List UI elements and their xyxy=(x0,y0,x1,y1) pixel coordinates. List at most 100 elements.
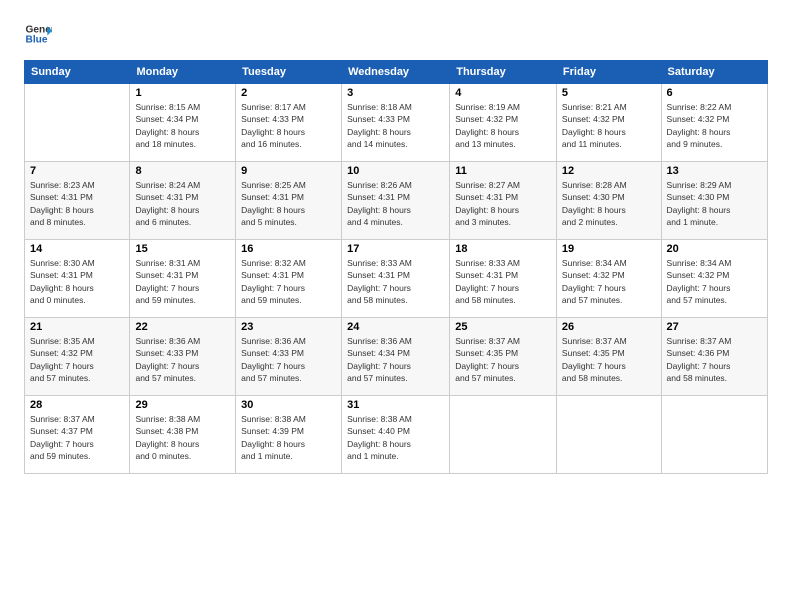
week-row-4: 21 Sunrise: 8:35 AM Sunset: 4:32 PM Dayli… xyxy=(25,318,768,396)
day-info: Sunrise: 8:17 AM Sunset: 4:33 PM Dayligh… xyxy=(241,101,336,150)
day-number: 16 xyxy=(241,243,336,255)
calendar-cell: 8 Sunrise: 8:24 AM Sunset: 4:31 PM Daylig… xyxy=(130,162,236,240)
calendar-cell: 10 Sunrise: 8:26 AM Sunset: 4:31 PM Dayli… xyxy=(342,162,450,240)
day-info: Sunrise: 8:37 AM Sunset: 4:36 PM Dayligh… xyxy=(667,335,762,384)
day-number: 19 xyxy=(562,243,656,255)
day-number: 15 xyxy=(135,243,230,255)
day-number: 11 xyxy=(455,165,551,177)
calendar-cell: 22 Sunrise: 8:36 AM Sunset: 4:33 PM Dayli… xyxy=(130,318,236,396)
calendar-cell xyxy=(25,84,130,162)
calendar-cell: 12 Sunrise: 8:28 AM Sunset: 4:30 PM Dayli… xyxy=(556,162,661,240)
calendar-cell: 6 Sunrise: 8:22 AM Sunset: 4:32 PM Daylig… xyxy=(661,84,767,162)
day-info: Sunrise: 8:33 AM Sunset: 4:31 PM Dayligh… xyxy=(347,257,444,306)
day-info: Sunrise: 8:27 AM Sunset: 4:31 PM Dayligh… xyxy=(455,179,551,228)
day-info: Sunrise: 8:18 AM Sunset: 4:33 PM Dayligh… xyxy=(347,101,444,150)
week-row-3: 14 Sunrise: 8:30 AM Sunset: 4:31 PM Dayli… xyxy=(25,240,768,318)
day-info: Sunrise: 8:21 AM Sunset: 4:32 PM Dayligh… xyxy=(562,101,656,150)
day-info: Sunrise: 8:30 AM Sunset: 4:31 PM Dayligh… xyxy=(30,257,124,306)
day-info: Sunrise: 8:19 AM Sunset: 4:32 PM Dayligh… xyxy=(455,101,551,150)
calendar-table: SundayMondayTuesdayWednesdayThursdayFrid… xyxy=(24,60,768,474)
calendar-cell: 25Sunrise: 8:37 AM Sunset: 4:35 PM Dayli… xyxy=(450,318,557,396)
header-day-monday: Monday xyxy=(130,61,236,84)
header-row: SundayMondayTuesdayWednesdayThursdayFrid… xyxy=(25,61,768,84)
day-info: Sunrise: 8:37 AM Sunset: 4:37 PM Dayligh… xyxy=(30,413,124,462)
day-number: 13 xyxy=(667,165,762,177)
day-info: Sunrise: 8:38 AM Sunset: 4:39 PM Dayligh… xyxy=(241,413,336,462)
day-number: 24 xyxy=(347,321,444,333)
calendar-cell: 1Sunrise: 8:15 AM Sunset: 4:34 PM Daylig… xyxy=(130,84,236,162)
svg-text:Blue: Blue xyxy=(26,35,48,46)
header: General Blue xyxy=(24,20,768,48)
day-info: Sunrise: 8:34 AM Sunset: 4:32 PM Dayligh… xyxy=(562,257,656,306)
day-info: Sunrise: 8:36 AM Sunset: 4:34 PM Dayligh… xyxy=(347,335,444,384)
day-number: 22 xyxy=(135,321,230,333)
calendar-cell: 17 Sunrise: 8:33 AM Sunset: 4:31 PM Dayli… xyxy=(342,240,450,318)
calendar-cell: 9 Sunrise: 8:25 AM Sunset: 4:31 PM Daylig… xyxy=(236,162,342,240)
day-info: Sunrise: 8:29 AM Sunset: 4:30 PM Dayligh… xyxy=(667,179,762,228)
day-number: 10 xyxy=(347,165,444,177)
day-number: 17 xyxy=(347,243,444,255)
calendar-cell: 26Sunrise: 8:37 AM Sunset: 4:35 PM Dayli… xyxy=(556,318,661,396)
calendar-cell: 30 Sunrise: 8:38 AM Sunset: 4:39 PM Dayli… xyxy=(236,396,342,474)
day-info: Sunrise: 8:32 AM Sunset: 4:31 PM Dayligh… xyxy=(241,257,336,306)
week-row-5: 28 Sunrise: 8:37 AM Sunset: 4:37 PM Dayli… xyxy=(25,396,768,474)
day-info: Sunrise: 8:15 AM Sunset: 4:34 PM Dayligh… xyxy=(135,101,230,150)
day-number: 6 xyxy=(667,87,762,99)
day-info: Sunrise: 8:36 AM Sunset: 4:33 PM Dayligh… xyxy=(135,335,230,384)
day-info: Sunrise: 8:35 AM Sunset: 4:32 PM Dayligh… xyxy=(30,335,124,384)
day-info: Sunrise: 8:26 AM Sunset: 4:31 PM Dayligh… xyxy=(347,179,444,228)
day-number: 9 xyxy=(241,165,336,177)
day-number: 12 xyxy=(562,165,656,177)
calendar-cell xyxy=(450,396,557,474)
calendar-cell: 2 Sunrise: 8:17 AM Sunset: 4:33 PM Daylig… xyxy=(236,84,342,162)
logo-icon: General Blue xyxy=(24,20,52,48)
day-number: 5 xyxy=(562,87,656,99)
day-number: 7 xyxy=(30,165,124,177)
calendar-cell: 14 Sunrise: 8:30 AM Sunset: 4:31 PM Dayli… xyxy=(25,240,130,318)
calendar-cell: 31Sunrise: 8:38 AM Sunset: 4:40 PM Dayli… xyxy=(342,396,450,474)
day-info: Sunrise: 8:34 AM Sunset: 4:32 PM Dayligh… xyxy=(667,257,762,306)
day-number: 3 xyxy=(347,87,444,99)
day-number: 30 xyxy=(241,399,336,411)
calendar-cell xyxy=(661,396,767,474)
calendar-cell: 29Sunrise: 8:38 AM Sunset: 4:38 PM Dayli… xyxy=(130,396,236,474)
day-info: Sunrise: 8:24 AM Sunset: 4:31 PM Dayligh… xyxy=(135,179,230,228)
calendar-cell xyxy=(556,396,661,474)
calendar-cell: 7Sunrise: 8:23 AM Sunset: 4:31 PM Daylig… xyxy=(25,162,130,240)
header-day-sunday: Sunday xyxy=(25,61,130,84)
day-number: 26 xyxy=(562,321,656,333)
logo: General Blue xyxy=(24,20,52,48)
day-number: 18 xyxy=(455,243,551,255)
calendar-cell: 19 Sunrise: 8:34 AM Sunset: 4:32 PM Dayli… xyxy=(556,240,661,318)
calendar-cell: 27 Sunrise: 8:37 AM Sunset: 4:36 PM Dayli… xyxy=(661,318,767,396)
day-number: 25 xyxy=(455,321,551,333)
calendar-cell: 15 Sunrise: 8:31 AM Sunset: 4:31 PM Dayli… xyxy=(130,240,236,318)
day-info: Sunrise: 8:25 AM Sunset: 4:31 PM Dayligh… xyxy=(241,179,336,228)
calendar-cell: 18 Sunrise: 8:33 AM Sunset: 4:31 PM Dayli… xyxy=(450,240,557,318)
day-info: Sunrise: 8:36 AM Sunset: 4:33 PM Dayligh… xyxy=(241,335,336,384)
day-info: Sunrise: 8:22 AM Sunset: 4:32 PM Dayligh… xyxy=(667,101,762,150)
calendar-cell: 16 Sunrise: 8:32 AM Sunset: 4:31 PM Dayli… xyxy=(236,240,342,318)
day-info: Sunrise: 8:31 AM Sunset: 4:31 PM Dayligh… xyxy=(135,257,230,306)
calendar-cell: 24 Sunrise: 8:36 AM Sunset: 4:34 PM Dayli… xyxy=(342,318,450,396)
day-number: 8 xyxy=(135,165,230,177)
day-number: 4 xyxy=(455,87,551,99)
day-number: 14 xyxy=(30,243,124,255)
week-row-2: 7Sunrise: 8:23 AM Sunset: 4:31 PM Daylig… xyxy=(25,162,768,240)
header-day-saturday: Saturday xyxy=(661,61,767,84)
day-number: 28 xyxy=(30,399,124,411)
day-number: 20 xyxy=(667,243,762,255)
calendar-cell: 23Sunrise: 8:36 AM Sunset: 4:33 PM Dayli… xyxy=(236,318,342,396)
day-number: 21 xyxy=(30,321,124,333)
day-info: Sunrise: 8:28 AM Sunset: 4:30 PM Dayligh… xyxy=(562,179,656,228)
calendar-cell: 20 Sunrise: 8:34 AM Sunset: 4:32 PM Dayli… xyxy=(661,240,767,318)
header-day-tuesday: Tuesday xyxy=(236,61,342,84)
header-day-friday: Friday xyxy=(556,61,661,84)
calendar-cell: 11 Sunrise: 8:27 AM Sunset: 4:31 PM Dayli… xyxy=(450,162,557,240)
calendar-cell: 5 Sunrise: 8:21 AM Sunset: 4:32 PM Daylig… xyxy=(556,84,661,162)
day-number: 27 xyxy=(667,321,762,333)
day-info: Sunrise: 8:33 AM Sunset: 4:31 PM Dayligh… xyxy=(455,257,551,306)
day-number: 2 xyxy=(241,87,336,99)
header-day-thursday: Thursday xyxy=(450,61,557,84)
day-number: 31 xyxy=(347,399,444,411)
